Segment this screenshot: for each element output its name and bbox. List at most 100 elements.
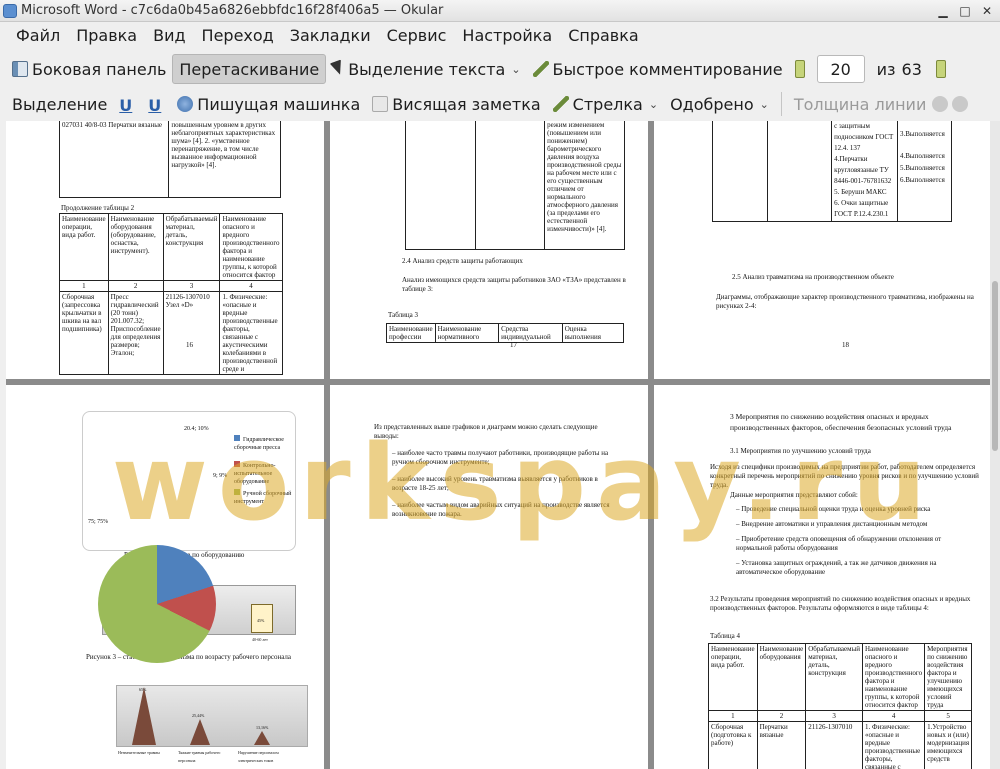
table-cell xyxy=(474,121,546,250)
table-header: Наименование оборудования (оборудование,… xyxy=(107,213,164,281)
vertical-scrollbar[interactable] xyxy=(990,121,1000,769)
table-cell: Сборочная (подготовка к работе) xyxy=(708,721,758,769)
squiggle-icon: U xyxy=(148,96,162,115)
underline-icon: U xyxy=(119,96,133,115)
chevron-down-icon[interactable]: ⌄ xyxy=(511,63,520,76)
menu-bookmarks[interactable]: Закладки xyxy=(282,22,379,50)
pie-chart xyxy=(98,545,216,663)
paragraph: Диаграммы, отображающие характер произво… xyxy=(716,293,974,310)
scrollbar-thumb[interactable] xyxy=(992,281,998,451)
sidebar-label: Боковая панель xyxy=(32,59,167,79)
table-cell xyxy=(712,121,768,222)
menu-bar: Файл Правка Вид Переход Закладки Сервис … xyxy=(0,22,1000,50)
browse-tool-button[interactable]: Перетаскивание xyxy=(172,54,327,84)
arrow-button[interactable]: Стрелка ⌄ xyxy=(547,89,664,119)
table-cell: 1.Устройство новых и (или) модернизация … xyxy=(924,721,973,769)
x-tick: 40-60 лет xyxy=(252,637,268,642)
list-item-text: наиболее часто травмы получают работники… xyxy=(392,449,609,466)
list-item-text: Внедрение автоматики и управления дистан… xyxy=(741,520,928,528)
list-item: 6. Очки защитные ГОСТ Р.12.4.230.1 xyxy=(834,199,889,218)
status-text: 6.Выполняется xyxy=(900,176,945,184)
data-label: 25,44% xyxy=(192,713,205,718)
page-number: 18 xyxy=(842,341,849,349)
table-header: Оценка выполнения xyxy=(561,323,625,343)
list-item: – Приобретение средств оповещения об обн… xyxy=(736,535,942,552)
table-cell: 1 xyxy=(708,710,758,722)
status-text: 5.Выполняется xyxy=(900,164,945,172)
x-tick: Тяжкие травмы рабочего персонала xyxy=(178,750,221,763)
arrow-label: Стрелка xyxy=(572,94,643,114)
table-cell: Сборочная (запрессовка крыльчатки в шкив… xyxy=(59,291,109,375)
document-view[interactable]: 027031 40/8-03 Перчатки вязаные повышенн… xyxy=(6,121,990,769)
maximize-icon[interactable]: □ xyxy=(956,2,974,20)
table-cell: 1 xyxy=(59,280,109,292)
table-header: Наименование нормативного xyxy=(434,323,500,343)
title-bar: Microsoft Word - c7c6da0b45a6826ebbfdc16… xyxy=(0,0,1000,22)
color-icon[interactable] xyxy=(932,96,949,112)
table-cell: 2 xyxy=(107,280,164,292)
highlighter-button[interactable]: Выделение xyxy=(6,89,113,119)
stamp-button[interactable]: Одобрено ⌄ xyxy=(664,89,775,119)
table-cell: 027031 40/8-03 Перчатки вязаные xyxy=(58,121,170,198)
table-header: Средства индивидуальной xyxy=(498,323,563,343)
document-page: Из представленных выше графиков и диагра… xyxy=(330,385,648,769)
close-icon[interactable]: ✕ xyxy=(978,2,996,20)
list-item: 5. Беруши МАКС xyxy=(834,188,887,196)
legend-label: Ручной сборочный инструмент xyxy=(234,491,292,505)
legend-swatch xyxy=(234,489,240,495)
squiggle-button[interactable]: U xyxy=(142,89,171,119)
table-cell: 3 xyxy=(805,710,864,722)
previous-page-icon[interactable] xyxy=(794,60,805,78)
table-cell: 4 xyxy=(219,280,283,292)
page-number-input[interactable]: 20 xyxy=(816,55,865,83)
typewriter-button[interactable]: Пишущая машинка xyxy=(171,89,366,119)
menu-tools[interactable]: Сервис xyxy=(379,22,455,50)
menu-settings[interactable]: Настройка xyxy=(454,22,560,50)
table-continuation: Продолжение таблицы 2 xyxy=(61,204,135,212)
highlighter-label: Выделение xyxy=(12,94,108,114)
table-header: Наименование операции, вида работ. xyxy=(708,643,758,711)
minimize-icon[interactable]: ▁ xyxy=(934,2,952,20)
quick-comment-label: Быстрое комментирование xyxy=(552,59,783,79)
table-cell xyxy=(766,121,833,222)
chevron-down-icon[interactable]: ⌄ xyxy=(760,98,769,111)
x-tick: Незначительные травмы xyxy=(118,750,160,755)
menu-edit[interactable]: Правка xyxy=(68,22,145,50)
menu-file[interactable]: Файл xyxy=(8,22,68,50)
chevron-down-icon[interactable]: ⌄ xyxy=(649,98,658,111)
page-number: 17 xyxy=(510,341,517,349)
window-title: Microsoft Word - c7c6da0b45a6826ebbfdc16… xyxy=(21,3,444,18)
table-header: Наименование опасного и вредного произво… xyxy=(219,213,283,281)
table-cell: с защитным подносником ГОСТ 12.4. 137 4.… xyxy=(831,121,898,222)
menu-help[interactable]: Справка xyxy=(560,22,647,50)
browse-label: Перетаскивание xyxy=(179,59,320,79)
popup-note-button[interactable]: Висящая заметка xyxy=(366,89,546,119)
sidebar-button[interactable]: Боковая панель xyxy=(6,54,172,84)
menu-view[interactable]: Вид xyxy=(145,22,193,50)
opacity-icon[interactable] xyxy=(952,96,969,112)
table-cell: Перчатки вязаные xyxy=(756,721,807,769)
legend-item: Гидравлическое сборочные пресса xyxy=(234,435,296,452)
list-item: с защитным подносником ГОСТ 12.4. 137 xyxy=(834,122,894,152)
list-item: – Проведение специальной оценки труда и … xyxy=(736,505,931,513)
cone xyxy=(254,731,270,745)
table-cell: 5 xyxy=(924,710,973,722)
figure-caption: Рисунок 3 – статистика травматизма по во… xyxy=(86,653,292,661)
menu-go[interactable]: Переход xyxy=(194,22,282,50)
quick-comment-button[interactable]: Быстрое комментирование xyxy=(527,54,789,84)
table-header: Наименование профессии xyxy=(386,323,436,343)
line-width-button[interactable]: Толщина линии xyxy=(788,89,933,119)
list-item-text: наиболее частым видом аварийных ситуаций… xyxy=(392,501,610,518)
popup-note-label: Висящая заметка xyxy=(392,94,541,114)
document-page: 3 Мероприятия по снижению воздействия оп… xyxy=(654,385,990,769)
cone xyxy=(190,719,210,745)
underline-button[interactable]: U xyxy=(113,89,142,119)
sidebar-icon xyxy=(12,61,28,77)
page-of-label: из xyxy=(876,59,896,79)
table-cell: 21126-1307010 Узел «D» xyxy=(162,291,221,375)
text-selection-button[interactable]: Выделение текста ⌄ xyxy=(326,54,526,84)
table-cell: повышенным уровнем в других неблагоприят… xyxy=(168,121,281,198)
next-page-icon[interactable] xyxy=(935,60,946,78)
table-caption: Таблица 4 xyxy=(710,632,740,640)
pen-icon xyxy=(532,61,549,77)
